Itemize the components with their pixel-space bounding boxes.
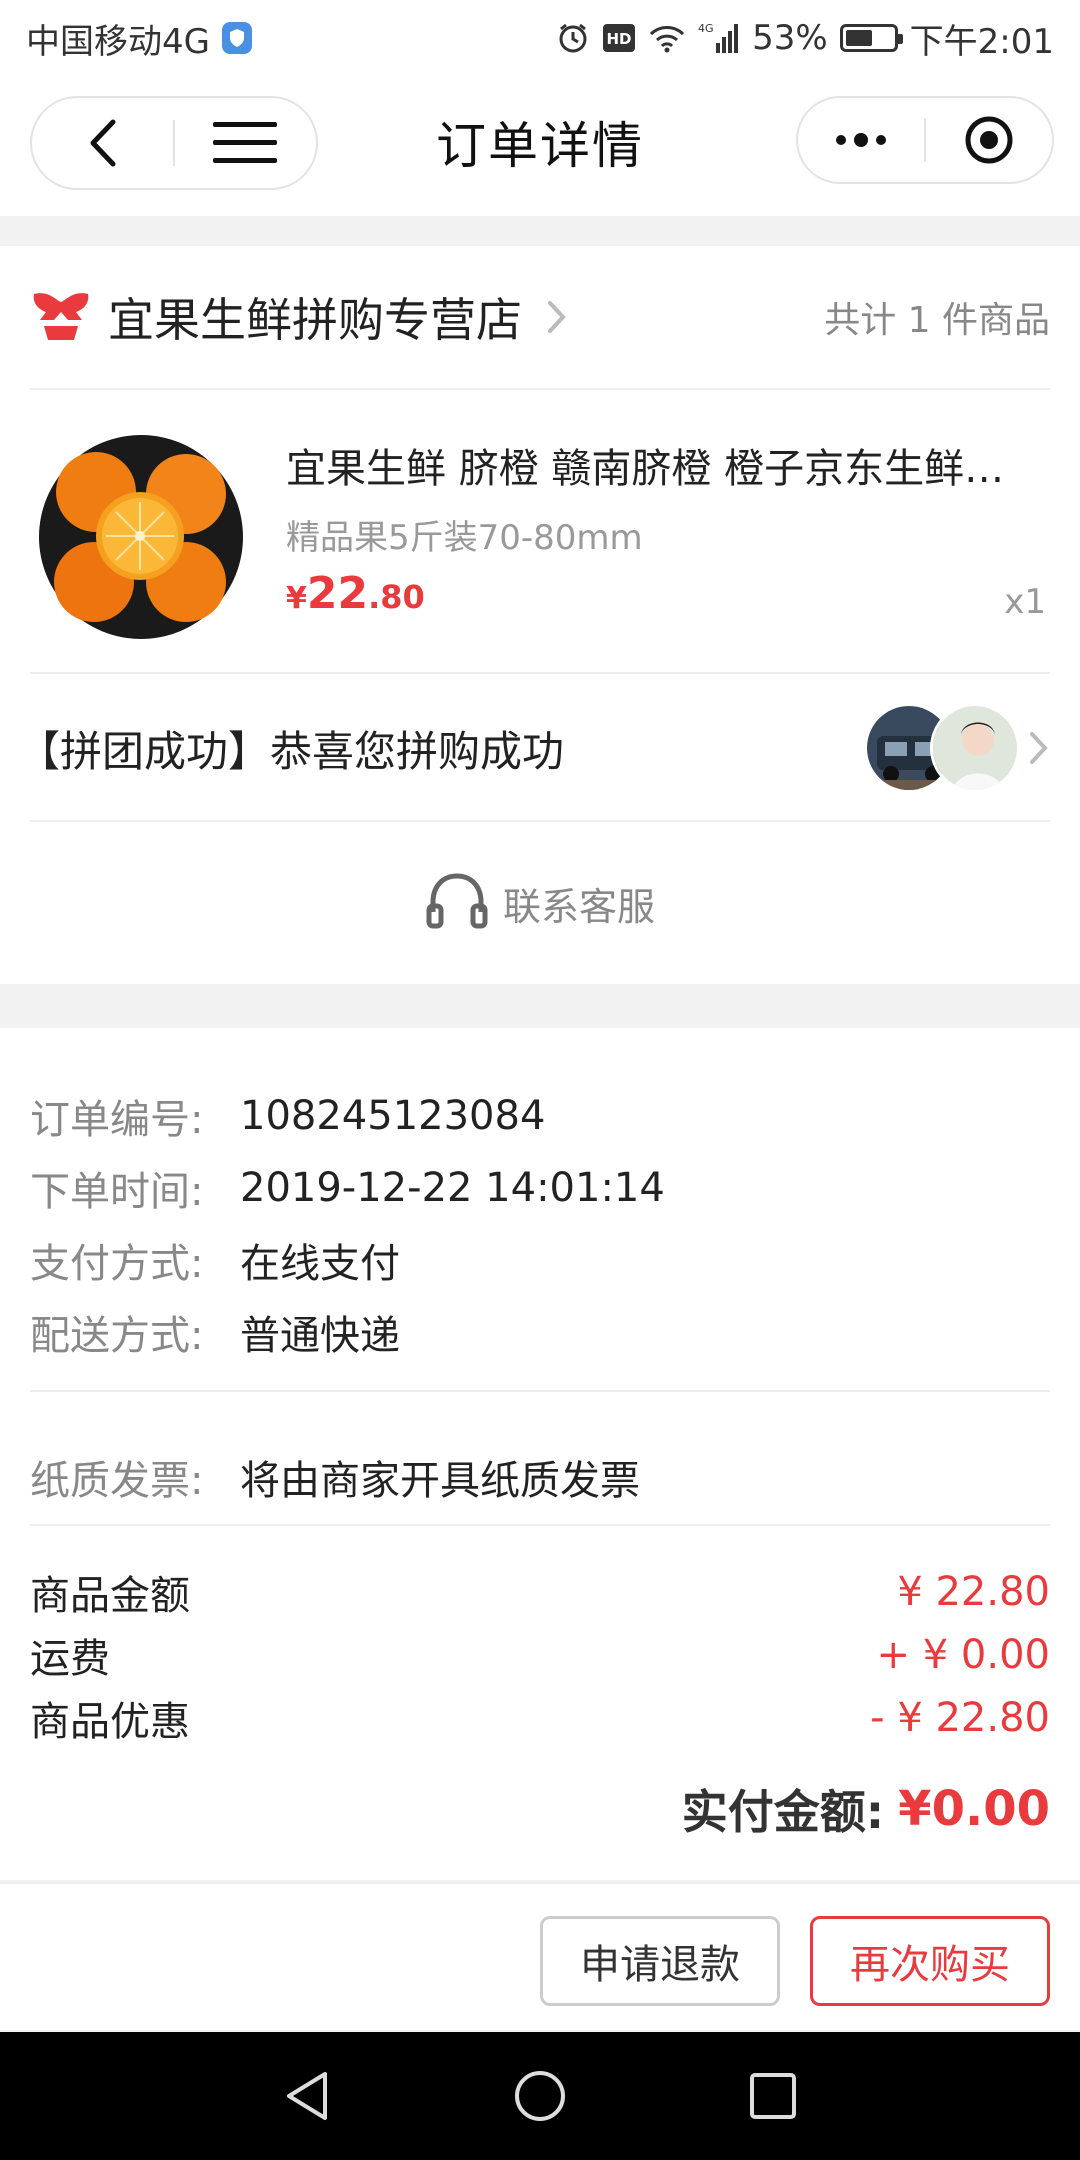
order-time-label: 下单时间: bbox=[30, 1169, 204, 1215]
goods-amount-row: 商品金额 ¥ 22.80 bbox=[30, 1560, 1050, 1623]
divider bbox=[30, 1524, 1050, 1526]
order-info-list: 订单编号: 108245123084 下单时间: 2019-12-22 14:0… bbox=[30, 1080, 1050, 1368]
product-item[interactable]: 宜果生鲜 脐橙 赣南脐橙 橙子京东生鲜… 精品果5斤装70-80mm ¥22.8… bbox=[30, 392, 1050, 674]
chevron-right-icon bbox=[1028, 730, 1050, 766]
discount-label: 商品优惠 bbox=[30, 1698, 190, 1745]
hd-icon: HD bbox=[602, 23, 636, 53]
shipping-method-row: 配送方式: 普通快递 bbox=[30, 1296, 1050, 1368]
wifi-icon bbox=[648, 23, 686, 53]
price-integer: 22 bbox=[306, 568, 369, 619]
status-left: 中国移动4G bbox=[26, 14, 252, 63]
shield-icon bbox=[221, 22, 252, 54]
nav-bar: 订单详情 bbox=[0, 76, 1080, 216]
avatar bbox=[930, 703, 1020, 793]
paid-amount-label: 实付金额: bbox=[681, 1785, 885, 1839]
product-spec: 精品果5斤装70-80mm bbox=[286, 518, 643, 558]
divider bbox=[30, 1390, 1050, 1392]
more-button[interactable] bbox=[798, 98, 924, 182]
status-right: HD 4G 53% 下午2:01 bbox=[556, 14, 1054, 63]
paid-amount-value: ¥0.00 bbox=[898, 1781, 1050, 1837]
order-time-row: 下单时间: 2019-12-22 14:01:14 bbox=[30, 1152, 1050, 1224]
shipping-method-label: 配送方式: bbox=[30, 1313, 204, 1359]
headset-icon bbox=[425, 872, 489, 934]
system-recents-button[interactable] bbox=[723, 2046, 823, 2146]
battery-icon bbox=[839, 24, 903, 52]
freight-label: 运费 bbox=[30, 1635, 110, 1682]
amount-summary: 商品金额 ¥ 22.80 运费 + ¥ 0.00 商品优惠 - ¥ 22.80 bbox=[30, 1560, 1050, 1749]
signal-icon: 4G bbox=[698, 21, 740, 55]
alarm-icon bbox=[556, 21, 590, 55]
contact-service-button[interactable]: 联系客服 bbox=[0, 824, 1080, 982]
order-number-label: 订单编号: bbox=[30, 1097, 204, 1143]
product-image bbox=[36, 432, 246, 642]
item-count: 共计 1 件商品 bbox=[824, 300, 1050, 341]
store-row[interactable]: 宜果生鲜拼购专营店 共计 1 件商品 bbox=[30, 246, 1050, 390]
paid-amount-row: 实付金额: ¥0.00 bbox=[682, 1776, 1050, 1842]
target-icon bbox=[965, 116, 1013, 164]
battery-percent: 53% bbox=[752, 18, 828, 58]
group-buy-row[interactable]: 【拼团成功】恭喜您拼购成功 bbox=[18, 676, 1050, 822]
system-nav-bar bbox=[0, 2032, 1080, 2160]
payment-method-row: 支付方式: 在线支付 bbox=[30, 1224, 1050, 1296]
order-time-value: 2019-12-22 14:01:14 bbox=[240, 1165, 665, 1211]
system-home-button[interactable] bbox=[490, 2046, 590, 2146]
more-dots-icon bbox=[836, 133, 886, 147]
system-back-button[interactable] bbox=[257, 2046, 357, 2146]
order-number-value: 108245123084 bbox=[240, 1093, 546, 1139]
payment-method-label: 支付方式: bbox=[30, 1241, 204, 1287]
payment-method-value: 在线支付 bbox=[240, 1241, 400, 1287]
product-quantity: x1 bbox=[1004, 582, 1046, 622]
invoice-value: 将由商家开具纸质发票 bbox=[240, 1458, 640, 1504]
contact-service-label: 联系客服 bbox=[502, 884, 655, 929]
product-title: 宜果生鲜 脐橙 赣南脐橙 橙子京东生鲜… bbox=[286, 446, 1005, 492]
bottom-action-bar: 申请退款 再次购买 bbox=[0, 1882, 1080, 2030]
nav-right-capsule bbox=[796, 96, 1054, 184]
freight-row: 运费 + ¥ 0.00 bbox=[30, 1623, 1050, 1686]
shipping-method-value: 普通快递 bbox=[240, 1313, 400, 1359]
circle-home-icon bbox=[514, 2071, 565, 2121]
group-members bbox=[864, 703, 1020, 793]
invoice-label: 纸质发票: bbox=[30, 1458, 204, 1504]
buy-again-button[interactable]: 再次购买 bbox=[810, 1916, 1050, 2006]
freight-value: + ¥ 0.00 bbox=[876, 1631, 1050, 1678]
product-price: ¥22.80 bbox=[286, 568, 425, 619]
close-miniprogram-button[interactable] bbox=[926, 98, 1052, 182]
price-symbol: ¥ bbox=[286, 581, 307, 616]
status-bar: 中国移动4G HD 4G 53% 下午2:01 bbox=[0, 0, 1080, 76]
discount-value: - ¥ 22.80 bbox=[870, 1694, 1050, 1741]
discount-row: 商品优惠 - ¥ 22.80 bbox=[30, 1686, 1050, 1749]
order-number-row: 订单编号: 108245123084 bbox=[30, 1080, 1050, 1152]
store-name: 宜果生鲜拼购专营店 bbox=[108, 293, 522, 347]
refund-button[interactable]: 申请退款 bbox=[540, 1916, 780, 2006]
order-items-card: 宜果生鲜拼购专营店 共计 1 件商品 宜果生鲜 脐橙 赣南脐橙 橙子京东生鲜… … bbox=[0, 246, 1080, 984]
chevron-right-icon bbox=[546, 299, 568, 335]
carrier-text: 中国移动4G bbox=[26, 21, 210, 62]
svg-text:HD: HD bbox=[607, 30, 632, 48]
triangle-back-icon bbox=[286, 2072, 327, 2120]
goods-amount-value: ¥ 22.80 bbox=[897, 1568, 1050, 1615]
clock-text: 下午2:01 bbox=[909, 21, 1054, 62]
invoice-row: 纸质发票: 将由商家开具纸质发票 bbox=[30, 1448, 1050, 1506]
group-buy-status: 【拼团成功】恭喜您拼购成功 bbox=[18, 726, 565, 776]
square-recents-icon bbox=[750, 2073, 797, 2119]
price-decimal: .80 bbox=[368, 578, 425, 616]
order-info-card: 订单编号: 108245123084 下单时间: 2019-12-22 14:0… bbox=[0, 1028, 1080, 1880]
goods-amount-label: 商品金额 bbox=[30, 1572, 190, 1619]
store-logo-icon bbox=[30, 290, 92, 344]
svg-text:4G: 4G bbox=[698, 22, 714, 35]
